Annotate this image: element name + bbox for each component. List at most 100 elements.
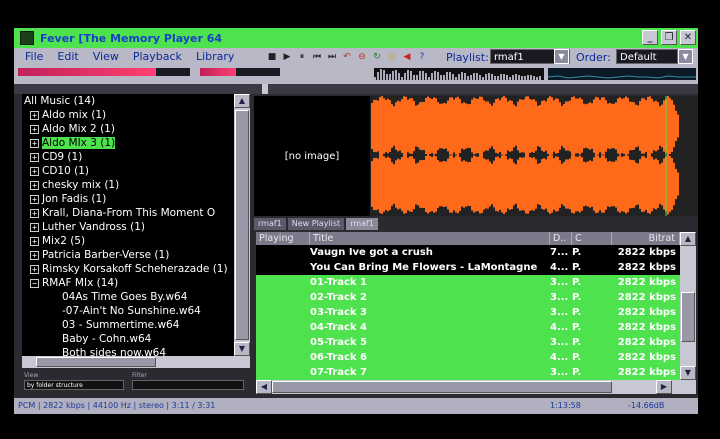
collapse-icon[interactable]: − xyxy=(30,278,39,288)
tree-item[interactable]: Both sides now.w64 xyxy=(22,346,234,356)
menu-playback[interactable]: Playback xyxy=(126,50,189,63)
expand-icon[interactable]: + xyxy=(30,194,39,204)
menu-edit[interactable]: Edit xyxy=(50,50,85,63)
track-scrollbar[interactable]: ▲ ▼ xyxy=(680,232,696,380)
filter-input[interactable] xyxy=(132,380,244,390)
tree-item[interactable]: Baby - Cohn.w64 xyxy=(22,332,234,346)
title-bar[interactable]: Fever [The Memory Player 64 _ ❐ ✕ xyxy=(14,28,698,48)
order-select[interactable]: Default xyxy=(616,49,678,64)
tree-scroll-thumb[interactable] xyxy=(235,110,249,340)
filter-label: Filter xyxy=(132,372,147,379)
expand-icon[interactable]: + xyxy=(30,250,39,260)
tree-item[interactable]: + Krall, Diana-From This Moment O xyxy=(22,206,234,220)
menu-library[interactable]: Library xyxy=(189,50,241,63)
track-row[interactable]: 01-Track 1 3... P. 2822 kbps xyxy=(256,275,680,290)
expand-icon[interactable]: + xyxy=(30,138,39,148)
volume-icon[interactable]: ◀ xyxy=(401,51,413,63)
tree-hscrollbar[interactable] xyxy=(22,356,250,368)
tree-item[interactable]: + CD10 (1) xyxy=(22,164,234,178)
track-hscrollbar[interactable]: ◀ ▶ xyxy=(256,380,696,394)
col-codec[interactable]: C xyxy=(572,232,612,245)
tree-item[interactable]: + CD9 (1) xyxy=(22,150,234,164)
tab-rmaf1-2[interactable]: rmaf1 xyxy=(346,218,378,230)
tree-item-label: Rimsky Korsakoff Scheherazade (1) xyxy=(42,263,228,275)
track-row[interactable]: 03-Track 3 3... P. 2822 kbps xyxy=(256,305,680,320)
track-row[interactable]: 06-Track 6 4... P. 2822 kbps xyxy=(256,350,680,365)
track-row[interactable]: 04-Track 4 4... P. 2822 kbps xyxy=(256,320,680,335)
playlist-dropdown-icon[interactable]: ▼ xyxy=(554,49,569,64)
track-hscroll-thumb[interactable] xyxy=(272,381,612,393)
track-row[interactable]: 05-Track 5 3... P. 2822 kbps xyxy=(256,335,680,350)
view-select[interactable]: by folder structure xyxy=(24,380,124,390)
balance-meter[interactable] xyxy=(200,68,280,76)
col-title[interactable]: Title xyxy=(310,232,550,245)
track-scroll-up-icon[interactable]: ▲ xyxy=(680,232,696,246)
waveform-display[interactable] xyxy=(370,95,698,216)
expand-icon[interactable]: + xyxy=(30,222,39,232)
tree-item[interactable]: + Luther Vandross (1) xyxy=(22,220,234,234)
col-duration[interactable]: D.. xyxy=(550,232,572,245)
tree-item[interactable]: All Music (14) xyxy=(22,94,234,108)
expand-icon[interactable]: + xyxy=(30,110,39,120)
tree-item[interactable]: + Aldo Mix 2 (1) xyxy=(22,122,234,136)
tab-new-playlist[interactable]: New Playlist xyxy=(287,218,345,230)
remove-icon[interactable]: ⊖ xyxy=(356,51,368,63)
undo-icon[interactable]: ↶ xyxy=(341,51,353,63)
expand-icon[interactable]: + xyxy=(30,152,39,162)
close-button[interactable]: ✕ xyxy=(680,30,696,45)
track-title: You Can Bring Me Flowers - LaMontagne xyxy=(310,262,538,273)
scroll-up-icon[interactable]: ▲ xyxy=(234,94,250,108)
tree-item-label: 04As Time Goes By.w64 xyxy=(62,291,188,303)
maximize-button[interactable]: ❐ xyxy=(661,30,677,45)
stop-icon[interactable]: ■ xyxy=(266,51,278,63)
tree-item[interactable]: + Jon Fadis (1) xyxy=(22,192,234,206)
tree-item-label: Aldo mix (1) xyxy=(42,109,107,121)
col-bitrate[interactable]: Bitrat xyxy=(612,232,680,245)
expand-icon[interactable]: + xyxy=(30,180,39,190)
volume-meter[interactable] xyxy=(18,68,190,76)
col-playing[interactable]: Playing xyxy=(256,232,310,245)
track-row[interactable]: 02-Track 2 3... P. 2822 kbps xyxy=(256,290,680,305)
tree-item[interactable]: 04As Time Goes By.w64 xyxy=(22,290,234,304)
play-icon[interactable]: ▶ xyxy=(281,51,293,63)
seek-bar[interactable] xyxy=(14,84,698,94)
tree-hscroll-thumb[interactable] xyxy=(36,357,156,367)
next-icon[interactable]: ⏭ xyxy=(326,51,338,63)
tree-item[interactable]: + Aldo mix (1) xyxy=(22,108,234,122)
tree-item[interactable]: + Patricia Barber-Verse (1) xyxy=(22,248,234,262)
expand-icon[interactable]: + xyxy=(30,166,39,176)
track-scroll-right-icon[interactable]: ▶ xyxy=(656,380,672,394)
order-dropdown-icon[interactable]: ▼ xyxy=(678,49,693,64)
menu-view[interactable]: View xyxy=(86,50,126,63)
tree-item[interactable]: − RMAF MIx (14) xyxy=(22,276,234,290)
spectrum-bar xyxy=(536,76,538,80)
seek-thumb[interactable] xyxy=(262,84,268,94)
tree-item[interactable]: + Aldo MIx 3 (1) xyxy=(22,136,234,150)
previous-icon[interactable]: ⏮ xyxy=(311,51,323,63)
repeat-icon[interactable]: ↻ xyxy=(371,51,383,63)
tab-rmaf1[interactable]: rmaf1 xyxy=(254,218,286,230)
menu-file[interactable]: File xyxy=(18,50,50,63)
spectrum-bar xyxy=(422,70,424,80)
track-scroll-down-icon[interactable]: ▼ xyxy=(680,366,696,380)
expand-icon[interactable]: + xyxy=(30,264,39,274)
pause-icon[interactable]: ⏸ xyxy=(296,51,308,63)
scroll-down-icon[interactable]: ▼ xyxy=(234,342,250,356)
tree-scrollbar[interactable]: ▲ ▼ xyxy=(234,94,250,356)
shuffle-icon[interactable]: ◎ xyxy=(386,51,398,63)
tree-item[interactable]: + chesky mix (1) xyxy=(22,178,234,192)
tree-item[interactable]: 03 - Summertime.w64 xyxy=(22,318,234,332)
track-row[interactable]: You Can Bring Me Flowers - LaMontagne 4..… xyxy=(256,260,680,275)
track-scroll-thumb[interactable] xyxy=(681,292,695,342)
help-icon[interactable]: ? xyxy=(416,51,428,63)
tree-item[interactable]: + Mix2 (5) xyxy=(22,234,234,248)
track-row[interactable]: 07-Track 7 3... P. 2822 kbps xyxy=(256,365,680,380)
tree-item[interactable]: + Rimsky Korsakoff Scheherazade (1) xyxy=(22,262,234,276)
minimize-button[interactable]: _ xyxy=(642,30,658,45)
track-row[interactable]: Vaugn Ive got a crush 7... P. 2822 kbps xyxy=(256,245,680,260)
track-scroll-left-icon[interactable]: ◀ xyxy=(256,380,272,394)
expand-icon[interactable]: + xyxy=(30,124,39,134)
expand-icon[interactable]: + xyxy=(30,236,39,246)
expand-icon[interactable]: + xyxy=(30,208,39,218)
tree-item[interactable]: -07-Ain't No Sunshine.w64 xyxy=(22,304,234,318)
